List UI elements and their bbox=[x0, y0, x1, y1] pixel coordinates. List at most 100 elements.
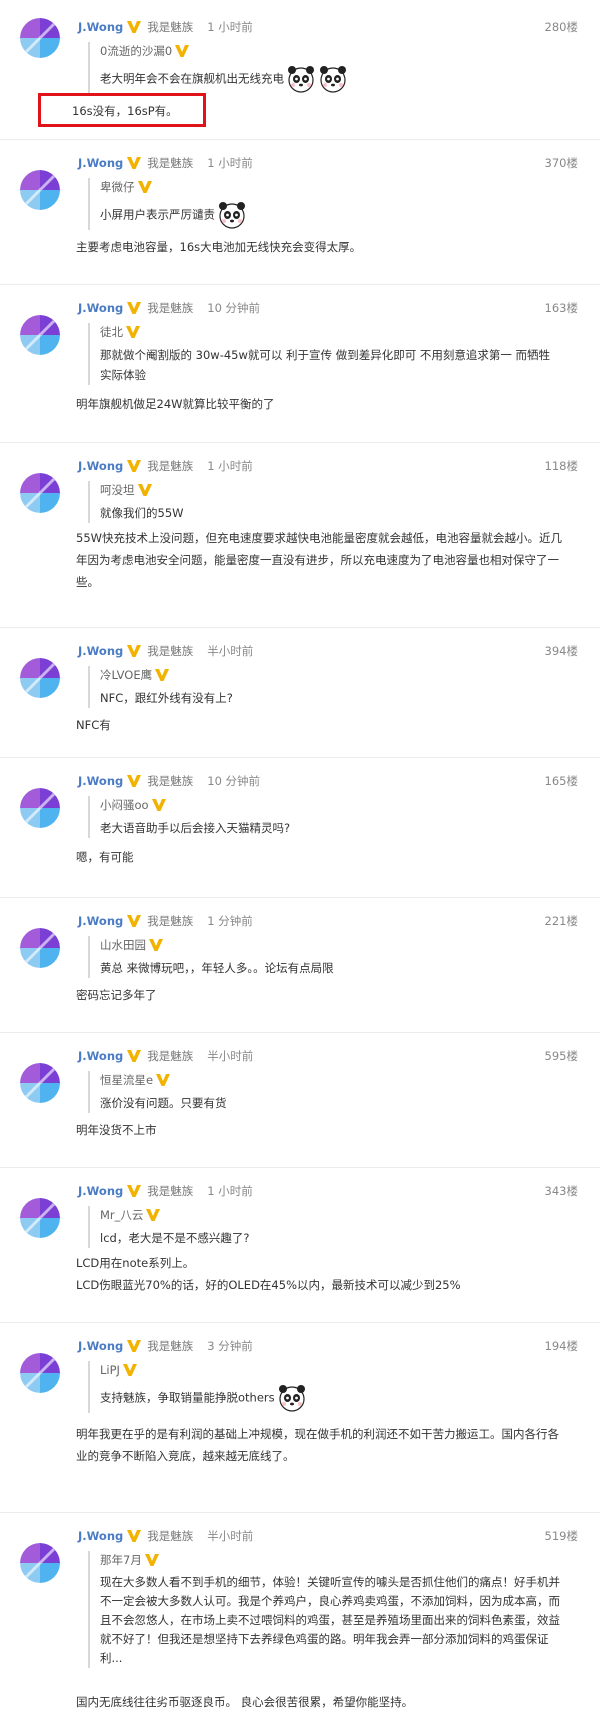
affiliation-label: 我是魅族 bbox=[147, 20, 194, 34]
affiliation-label: 我是魅族 bbox=[147, 459, 194, 473]
avatar[interactable] bbox=[20, 473, 60, 513]
timestamp: 半小时前 bbox=[207, 644, 254, 658]
verified-v-icon bbox=[146, 1209, 160, 1221]
comment-header: J.Wong 我是魅族 1 分钟前 bbox=[78, 912, 253, 930]
quoted-comment: 徒北 那就做个阉割版的 30w-45w就可以 利于宣传 做到差异化即可 不用刻意… bbox=[88, 323, 560, 385]
timestamp: 3 分钟前 bbox=[207, 1339, 253, 1353]
verified-v-icon bbox=[138, 484, 152, 496]
username-link[interactable]: J.Wong bbox=[78, 20, 123, 34]
username-link[interactable]: J.Wong bbox=[78, 301, 123, 315]
comment-item: J.Wong 我是魅族 10 分钟前 163楼 徒北 那就做个阉割版的 30w-… bbox=[0, 285, 600, 443]
quote-username-link[interactable]: 0流逝的沙漏0 bbox=[100, 43, 172, 59]
avatar[interactable] bbox=[20, 1543, 60, 1583]
quote-text: 老大明年会不会在旗舰机出无线充电 bbox=[100, 71, 284, 86]
quote-text: 黄总 来微博玩吧，，年轻人多。。论坛有点局限 bbox=[100, 961, 334, 975]
affiliation-label: 我是魅族 bbox=[147, 1184, 194, 1198]
timestamp: 半小时前 bbox=[207, 1529, 254, 1543]
quote-text: NFC，跟红外线有没有上? bbox=[100, 691, 233, 705]
verified-v-icon bbox=[127, 1050, 141, 1062]
comment-header: J.Wong 我是魅族 半小时前 bbox=[78, 1527, 253, 1545]
panda-emoji-icon bbox=[277, 1383, 307, 1413]
reply-text: NFC有 bbox=[76, 718, 111, 732]
verified-v-icon bbox=[123, 1364, 137, 1376]
verified-v-icon bbox=[145, 1554, 159, 1566]
timestamp: 1 小时前 bbox=[207, 20, 253, 34]
verified-v-icon bbox=[155, 669, 169, 681]
comment-item: J.Wong 我是魅族 1 小时前 118楼 呵没坦 就像我们的55W 55W快… bbox=[0, 443, 600, 628]
reply-text: 明年我更在乎的是有利润的基础上冲规模，现在做手机的利润还不如干苦力搬运工。国内各… bbox=[76, 1427, 559, 1463]
comment-item: J.Wong 我是魅族 3 分钟前 194楼 LiPJ 支持魅族，争取销量能挣脱… bbox=[0, 1323, 600, 1513]
quoted-comment: 山水田园 黄总 来微博玩吧，，年轻人多。。论坛有点局限 bbox=[88, 936, 560, 978]
reply-text: 55W快充技术上没问题，但充电速度要求越快电池能量密度就会越低，电池容量就会越小… bbox=[76, 531, 562, 589]
verified-v-icon bbox=[127, 645, 141, 657]
floor-number: 343楼 bbox=[544, 1184, 578, 1198]
username-link[interactable]: J.Wong bbox=[78, 1529, 123, 1543]
quote-text: 支持魅族，争取销量能挣脱others bbox=[100, 1390, 275, 1405]
username-link[interactable]: J.Wong bbox=[78, 1184, 123, 1198]
highlight-box bbox=[38, 93, 206, 127]
quote-username-link[interactable]: LiPJ bbox=[100, 1363, 120, 1377]
quote-username-link[interactable]: Mr_八云 bbox=[100, 1207, 143, 1223]
avatar[interactable] bbox=[20, 1353, 60, 1393]
quote-text: 现在大多数人看不到手机的细节，体验！关键听宣传的噱头是否抓住他们的痛点！好手机并… bbox=[100, 1575, 560, 1665]
quoted-comment: 那年7月 现在大多数人看不到手机的细节，体验！关键听宣传的噱头是否抓住他们的痛点… bbox=[88, 1551, 560, 1668]
timestamp: 10 分钟前 bbox=[207, 301, 261, 315]
avatar[interactable] bbox=[20, 788, 60, 828]
floor-number: 280楼 bbox=[544, 20, 578, 34]
quote-username-link[interactable]: 卑微仔 bbox=[100, 179, 135, 195]
timestamp: 1 小时前 bbox=[207, 459, 253, 473]
panda-emoji-icon bbox=[318, 64, 348, 94]
panda-emoji-icon bbox=[217, 200, 247, 230]
username-link[interactable]: J.Wong bbox=[78, 774, 123, 788]
floor-number: 118楼 bbox=[544, 459, 578, 473]
verified-v-icon bbox=[138, 181, 152, 193]
quote-username-link[interactable]: 恒星流星e bbox=[100, 1072, 153, 1088]
username-link[interactable]: J.Wong bbox=[78, 1339, 123, 1353]
quote-username-link[interactable]: 呵没坦 bbox=[100, 482, 135, 498]
avatar[interactable] bbox=[20, 658, 60, 698]
avatar[interactable] bbox=[20, 928, 60, 968]
comment-item: J.Wong 我是魅族 1 小时前 343楼 Mr_八云 lcd，老大是不是不感… bbox=[0, 1168, 600, 1323]
verified-v-icon bbox=[175, 45, 189, 57]
username-link[interactable]: J.Wong bbox=[78, 914, 123, 928]
quote-text: 那就做个阉割版的 30w-45w就可以 利于宣传 做到差异化即可 不用刻意追求第… bbox=[100, 348, 551, 382]
verified-v-icon bbox=[127, 1340, 141, 1352]
affiliation-label: 我是魅族 bbox=[147, 1049, 194, 1063]
affiliation-label: 我是魅族 bbox=[147, 1529, 194, 1543]
timestamp: 半小时前 bbox=[207, 1049, 254, 1063]
reply-text: 主要考虑电池容量，16s大电池加无线快充会变得太厚。 bbox=[76, 240, 362, 254]
timestamp: 1 小时前 bbox=[207, 1184, 253, 1198]
comment-header: J.Wong 我是魅族 3 分钟前 bbox=[78, 1337, 253, 1355]
affiliation-label: 我是魅族 bbox=[147, 644, 194, 658]
quote-username-link[interactable]: 徒北 bbox=[100, 324, 123, 340]
quote-username-link[interactable]: 冷LVOE鹰 bbox=[100, 667, 152, 683]
quote-username-link[interactable]: 小闷骚oo bbox=[100, 797, 149, 813]
quote-username-link[interactable]: 那年7月 bbox=[100, 1552, 142, 1568]
quote-text: 老大语音助手以后会接入天猫精灵吗? bbox=[100, 821, 291, 835]
verified-v-icon bbox=[127, 21, 141, 33]
avatar[interactable] bbox=[20, 1063, 60, 1103]
comment-header: J.Wong 我是魅族 半小时前 bbox=[78, 1047, 253, 1065]
reply-text: LCD伤眼蓝光70%的话，好的OLED在45%以内，最新技术可以减少到25% bbox=[76, 1278, 461, 1292]
reply-text: 嗯，有可能 bbox=[76, 850, 134, 864]
username-link[interactable]: J.Wong bbox=[78, 156, 123, 170]
comment-header: J.Wong 我是魅族 1 小时前 bbox=[78, 1182, 253, 1200]
verified-v-icon bbox=[149, 939, 163, 951]
username-link[interactable]: J.Wong bbox=[78, 459, 123, 473]
quoted-comment: Mr_八云 lcd，老大是不是不感兴趣了? bbox=[88, 1206, 560, 1248]
avatar[interactable] bbox=[20, 18, 60, 58]
quote-username-link[interactable]: 山水田园 bbox=[100, 937, 146, 953]
avatar[interactable] bbox=[20, 170, 60, 210]
comment-item: J.Wong 我是魅族 半小时前 519楼 那年7月 现在大多数人看不到手机的细… bbox=[0, 1513, 600, 1722]
avatar[interactable] bbox=[20, 315, 60, 355]
reply-text: LCD用在note系列上。 bbox=[76, 1256, 195, 1270]
affiliation-label: 我是魅族 bbox=[147, 301, 194, 315]
floor-number: 165楼 bbox=[544, 774, 578, 788]
floor-number: 370楼 bbox=[544, 156, 578, 170]
avatar[interactable] bbox=[20, 1198, 60, 1238]
username-link[interactable]: J.Wong bbox=[78, 1049, 123, 1063]
reply-text: 国内无底线往往劣币驱逐良币。 良心会很苦很累，希望你能坚持。 bbox=[76, 1695, 414, 1709]
floor-number: 194楼 bbox=[544, 1339, 578, 1353]
username-link[interactable]: J.Wong bbox=[78, 644, 123, 658]
reply-text: 密码忘记多年了 bbox=[76, 988, 157, 1002]
